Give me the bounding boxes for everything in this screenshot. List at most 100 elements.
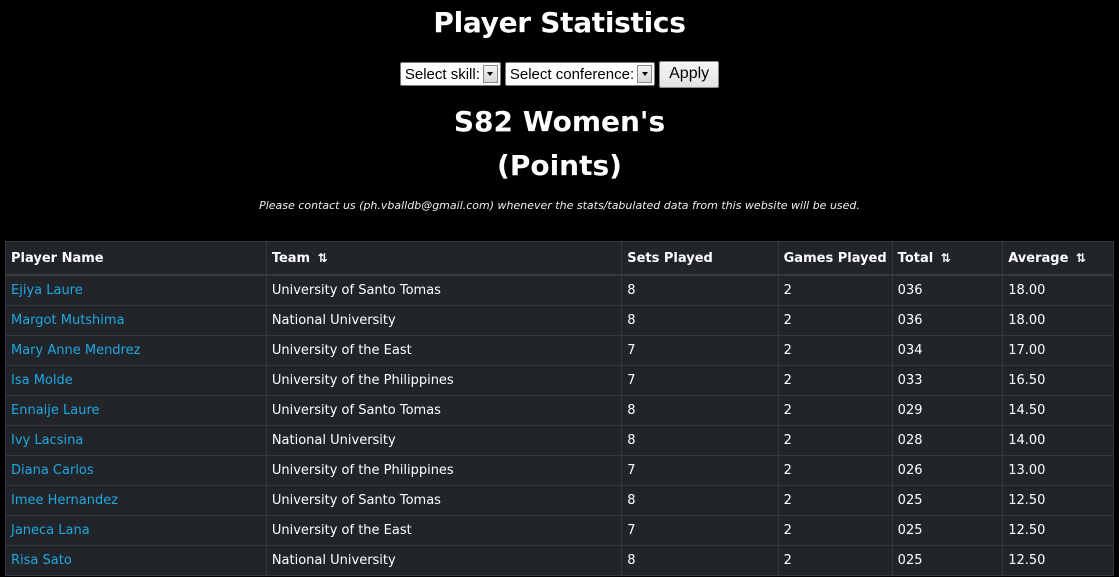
player-link[interactable]: Risa Sato: [11, 553, 72, 568]
conference-select[interactable]: Select conference:: [504, 62, 656, 86]
season-title: S82 Women's: [453, 105, 666, 138]
chevron-down-icon[interactable]: [482, 65, 498, 83]
sort-icon[interactable]: ⇅: [1076, 251, 1086, 265]
player-name-cell[interactable]: Ennaije Laure: [5, 395, 267, 426]
average-cell: 12.50: [1002, 485, 1114, 516]
player-link[interactable]: Margot Mutshima: [11, 313, 125, 328]
table-row: Diana Carlos University of the Philippine…: [5, 455, 1114, 486]
player-link[interactable]: Diana Carlos: [11, 463, 94, 478]
table-body: Ejiya Laure University of Santo Tomas 8 2 03…: [5, 274, 1114, 576]
average-cell: 17.00: [1002, 335, 1114, 366]
table-header-row: Player Name Team ⇅ Sets Played Games Pla…: [5, 241, 1114, 276]
games-played-cell: 2: [777, 485, 893, 516]
total-cell: 025: [891, 515, 1004, 546]
average-cell: 18.00: [1002, 305, 1114, 336]
player-link[interactable]: Janeca Lana: [11, 523, 90, 538]
table-row: Margot Mutshima National University 8 2 036 1…: [5, 305, 1114, 336]
column-header-team[interactable]: Team ⇅: [265, 241, 623, 276]
player-name-cell[interactable]: Janeca Lana: [5, 515, 267, 546]
sets-played-cell: 8: [621, 425, 779, 456]
skill-select[interactable]: Select skill:: [399, 62, 501, 86]
player-name-cell[interactable]: Ejiya Laure: [5, 274, 267, 306]
team-cell: National University: [265, 545, 623, 576]
average-cell: 12.50: [1002, 515, 1114, 546]
player-name-cell[interactable]: Margot Mutshima: [5, 305, 267, 336]
column-header-average[interactable]: Average ⇅: [1002, 241, 1114, 276]
sets-played-cell: 7: [621, 515, 779, 546]
total-cell: 026: [891, 455, 1004, 486]
column-header-games-played: Games Played: [777, 241, 893, 276]
total-cell: 033: [891, 365, 1004, 396]
stats-table: Player Name Team ⇅ Sets Played Games Pla…: [5, 241, 1114, 576]
player-name-cell[interactable]: Isa Molde: [5, 365, 267, 396]
sets-played-cell: 8: [621, 485, 779, 516]
skill-select-value: Select skill:: [404, 65, 480, 83]
column-header-total[interactable]: Total ⇅: [891, 241, 1004, 276]
chevron-down-icon[interactable]: [637, 65, 653, 83]
team-cell: National University: [265, 305, 623, 336]
team-cell: University of Santo Tomas: [265, 485, 623, 516]
apply-button[interactable]: Apply: [659, 60, 720, 88]
player-link[interactable]: Ivy Lacsina: [11, 433, 83, 448]
team-cell: National University: [265, 425, 623, 456]
column-header-player-name: Player Name: [5, 241, 267, 276]
player-name-cell[interactable]: Ivy Lacsina: [5, 425, 267, 456]
skill-title: (Points): [497, 149, 622, 182]
team-cell: University of the East: [265, 335, 623, 366]
sets-played-cell: 8: [621, 395, 779, 426]
average-cell: 14.00: [1002, 425, 1114, 456]
player-name-cell[interactable]: Imee Hernandez: [5, 485, 267, 516]
sets-played-cell: 8: [621, 274, 779, 306]
conference-select-value: Select conference:: [509, 65, 635, 83]
table-row: Janeca Lana University of the East 7 2 025 12…: [5, 515, 1114, 546]
player-name-cell[interactable]: Risa Sato: [5, 545, 267, 576]
games-played-cell: 2: [777, 545, 893, 576]
player-link[interactable]: Ennaije Laure: [11, 403, 100, 418]
total-cell: 028: [891, 425, 1004, 456]
sets-played-cell: 8: [621, 305, 779, 336]
average-cell: 12.50: [1002, 545, 1114, 576]
total-cell: 025: [891, 545, 1004, 576]
player-link[interactable]: Isa Molde: [11, 373, 73, 388]
stats-heading: S82 Women's (Points): [0, 100, 1119, 188]
games-played-cell: 2: [777, 305, 893, 336]
player-link[interactable]: Imee Hernandez: [11, 493, 118, 508]
table-row: Imee Hernandez University of Santo Tomas 8…: [5, 485, 1114, 516]
filter-bar: Select skill: Select conference: Apply: [0, 60, 1119, 88]
sets-played-cell: 7: [621, 455, 779, 486]
table-row: Ivy Lacsina National University 8 2 028 14.00: [5, 425, 1114, 456]
table-row: Mary Anne Mendrez University of the East 7…: [5, 335, 1114, 366]
stats-table-container: Player Name Team ⇅ Sets Played Games Pla…: [5, 241, 1114, 576]
table-row: Risa Sato National University 8 2 025 12.50: [5, 545, 1114, 576]
games-played-cell: 2: [777, 515, 893, 546]
player-name-cell[interactable]: Diana Carlos: [5, 455, 267, 486]
player-name-cell[interactable]: Mary Anne Mendrez: [5, 335, 267, 366]
average-cell: 14.50: [1002, 395, 1114, 426]
team-cell: University of the East: [265, 515, 623, 546]
games-played-cell: 2: [777, 335, 893, 366]
page-title: Player Statistics: [433, 6, 686, 39]
sort-icon[interactable]: ⇅: [318, 251, 328, 265]
team-cell: University of the Philippines: [265, 365, 623, 396]
sets-played-cell: 7: [621, 365, 779, 396]
average-cell: 13.00: [1002, 455, 1114, 486]
player-link[interactable]: Mary Anne Mendrez: [11, 343, 140, 358]
team-cell: University of Santo Tomas: [265, 274, 623, 306]
sets-played-cell: 7: [621, 335, 779, 366]
games-played-cell: 2: [777, 425, 893, 456]
average-cell: 16.50: [1002, 365, 1114, 396]
total-cell: 036: [891, 274, 1004, 306]
table-row: Ennaije Laure University of Santo Tomas 8 2…: [5, 395, 1114, 426]
games-played-cell: 2: [777, 395, 893, 426]
player-link[interactable]: Ejiya Laure: [11, 283, 83, 298]
games-played-cell: 2: [777, 274, 893, 306]
table-row: Ejiya Laure University of Santo Tomas 8 2 03…: [5, 274, 1114, 306]
total-cell: 036: [891, 305, 1004, 336]
team-cell: University of Santo Tomas: [265, 395, 623, 426]
total-cell: 034: [891, 335, 1004, 366]
column-header-sets-played: Sets Played: [621, 241, 779, 276]
total-cell: 029: [891, 395, 1004, 426]
total-cell: 025: [891, 485, 1004, 516]
sort-icon[interactable]: ⇅: [941, 251, 951, 265]
average-cell: 18.00: [1002, 274, 1114, 306]
